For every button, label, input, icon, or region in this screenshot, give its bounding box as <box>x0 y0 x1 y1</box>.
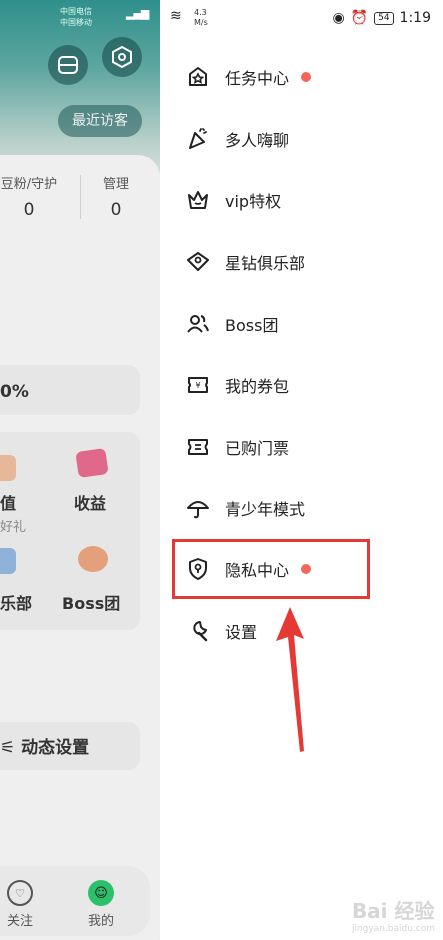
nav-label: 我的 <box>87 914 114 929</box>
clock: 1:19 <box>399 10 431 26</box>
menu-label: 青少年模式 <box>225 500 306 519</box>
signal-icon: ▂▄▆ <box>126 7 149 20</box>
menu-tickets[interactable]: 已购门票 <box>185 427 425 467</box>
menu-label: 多人嗨聊 <box>225 131 290 150</box>
carrier-2: 中国移动 <box>60 18 92 27</box>
star-box-icon <box>185 64 211 90</box>
alarm-icon: ⏰ <box>350 10 369 26</box>
boss-group-icon <box>78 546 108 572</box>
menu-diamond-club[interactable]: 星钻俱乐部 <box>185 242 425 282</box>
menu-label: vip特权 <box>225 192 282 211</box>
highlight-box <box>172 539 370 599</box>
watermark: Bai 经验 jingyan.baidu.com <box>352 895 435 934</box>
stat-label: 豆粉/守护 <box>0 177 58 192</box>
grid-sub-recharge: 好礼 <box>0 520 27 535</box>
network-speed: 4.3 M/s <box>194 8 208 28</box>
menu-coupons[interactable]: ¥ 我的券包 <box>185 365 425 405</box>
divider <box>80 175 81 219</box>
speed-value: 4.3 <box>194 8 207 17</box>
grid-label-recharge[interactable]: 值 <box>0 490 16 514</box>
menu-label: 任务中心 <box>225 69 290 88</box>
ticket-icon <box>185 434 211 460</box>
club-icon <box>0 548 16 574</box>
dynamic-settings[interactable]: ⚟ 动态设置 <box>0 733 89 758</box>
menu-vip[interactable]: vip特权 <box>185 180 425 220</box>
stat-manage[interactable]: 管理 0 <box>94 173 138 220</box>
status-bar-right: ◉ ⏰ 54 1:19 <box>332 10 431 26</box>
nav-label: 关注 <box>6 914 33 929</box>
nav-follow[interactable]: ♡ 关注 <box>0 880 40 929</box>
dynamic-settings-label: 动态设置 <box>21 738 90 758</box>
wrench-icon <box>185 618 211 644</box>
grid-label-club[interactable]: 乐部 <box>0 590 32 614</box>
progress-percent: 0% <box>0 382 29 402</box>
sliders-icon: ⚟ <box>0 738 16 758</box>
menu-label: 设置 <box>225 623 258 642</box>
notification-dot <box>301 72 312 82</box>
hexagon-gear-icon <box>112 46 132 68</box>
nav-mine[interactable]: ☺ 我的 <box>81 880 121 929</box>
grid-label-boss[interactable]: Boss团 <box>62 590 120 614</box>
menu-task-center[interactable]: 任务中心 <box>185 57 425 97</box>
speed-unit: M/s <box>194 18 208 27</box>
carrier-1: 中国电信 <box>60 7 92 16</box>
eye-icon: ◉ <box>332 10 345 26</box>
menu-label: 星钻俱乐部 <box>225 254 306 273</box>
menu-group-chat[interactable]: 多人嗨聊 <box>185 119 425 159</box>
stat-label: 管理 <box>102 177 129 192</box>
watermark-text: Bai 经验 <box>351 899 435 923</box>
carrier-info: 中国电信 中国移动 ▂▄▆ <box>60 6 149 28</box>
diamond-star-icon <box>185 249 211 275</box>
people-icon <box>185 311 211 337</box>
smile-icon: ☺ <box>88 880 114 906</box>
svg-text:¥: ¥ <box>195 381 200 390</box>
stat-value: 0 <box>23 200 35 220</box>
stat-value: 0 <box>110 200 122 220</box>
heart-icon: ♡ <box>7 880 33 906</box>
party-cone-icon <box>185 126 211 152</box>
battery-icon: 54 <box>374 11 394 25</box>
menu-icon-button[interactable] <box>48 45 88 85</box>
coupon-icon: ¥ <box>185 372 211 398</box>
stat-fans[interactable]: 豆粉/守护 0 <box>0 173 62 220</box>
grid-label-income[interactable]: 收益 <box>74 490 106 514</box>
list-icon <box>58 56 78 74</box>
settings-hex-button[interactable] <box>102 37 142 77</box>
menu-label: Boss团 <box>225 316 279 335</box>
watermark-sub: jingyan.baidu.com <box>351 924 435 934</box>
recent-visitors-button[interactable]: 最近访客 <box>58 105 142 137</box>
income-icon <box>75 448 109 478</box>
umbrella-icon <box>185 495 211 521</box>
recharge-icon <box>0 455 16 481</box>
red-arrow-icon <box>276 607 304 752</box>
menu-teen-mode[interactable]: 青少年模式 <box>185 488 425 528</box>
menu-boss-group[interactable]: Boss团 <box>185 304 425 344</box>
wifi-icon: ≋ <box>170 8 182 24</box>
menu-label: 我的券包 <box>225 377 290 396</box>
crown-icon <box>185 187 211 213</box>
menu-label: 已购门票 <box>225 439 290 458</box>
background-page: 中国电信 中国移动 ▂▄▆ 最近访客 豆粉/守护 0 管理 0 0% 值 好礼 … <box>0 0 160 940</box>
